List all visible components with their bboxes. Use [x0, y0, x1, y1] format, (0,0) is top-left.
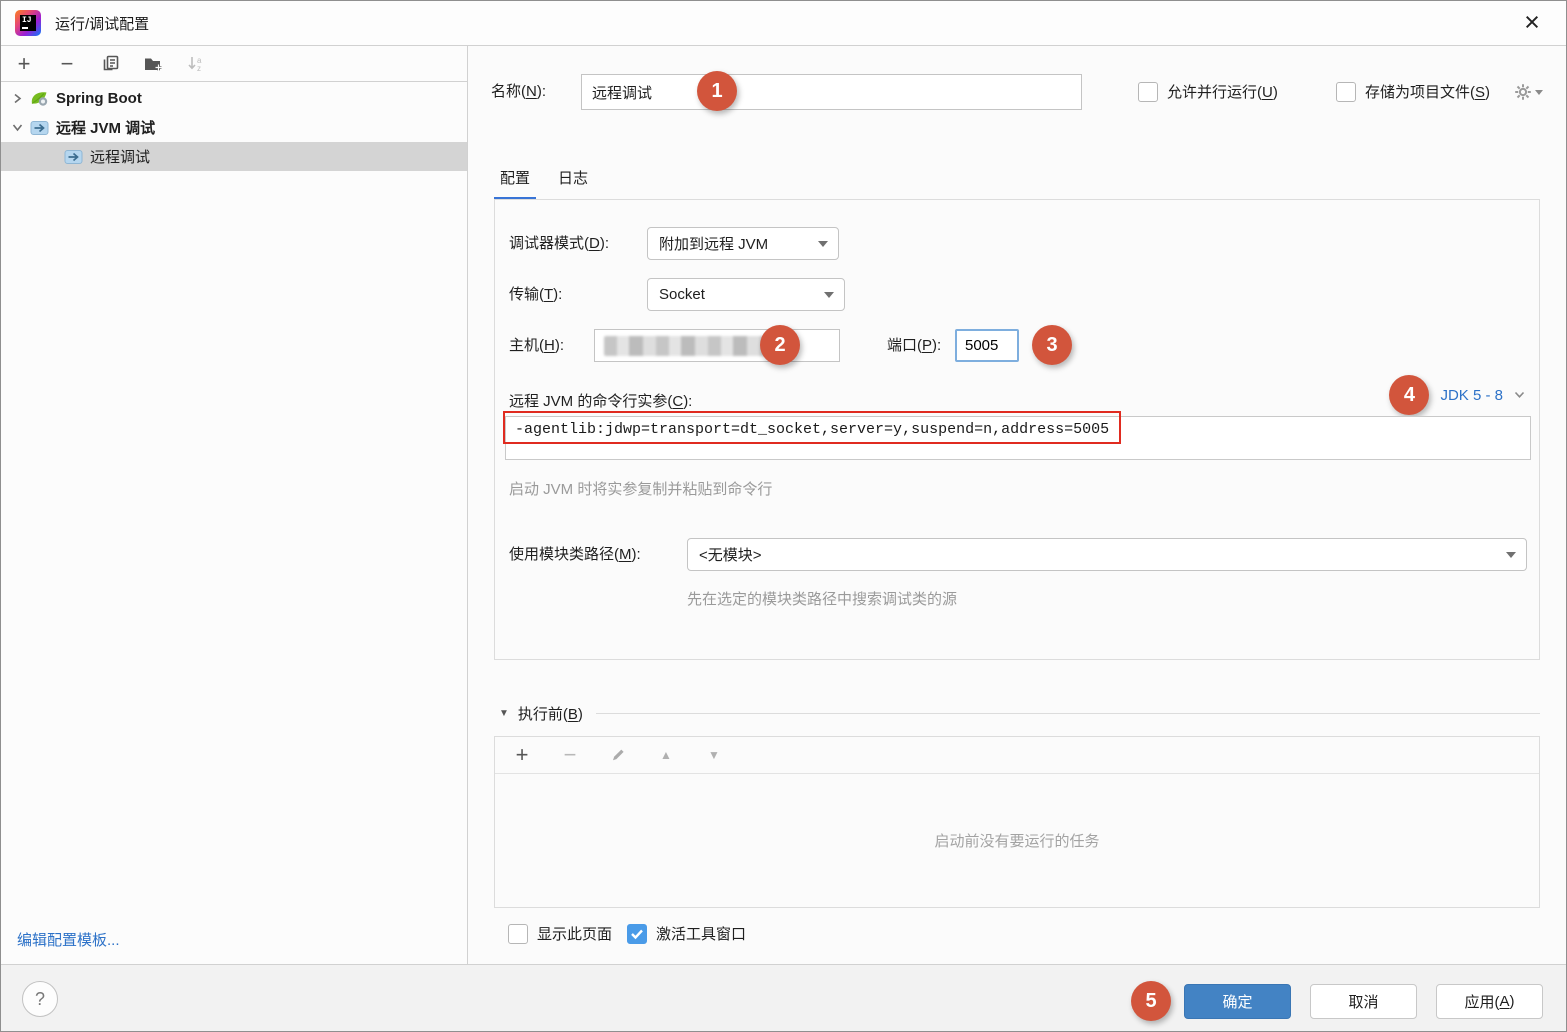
tree-item-remote-jvm-debug[interactable]: 远程 JVM 调试 [1, 113, 467, 142]
chevron-down-icon [12, 122, 23, 133]
before-launch-empty-text: 启动前没有要运行的任务 [495, 774, 1539, 907]
tree-item-remote-debug-selected[interactable]: 远程调试 [1, 142, 467, 171]
checkbox-unchecked[interactable] [508, 924, 528, 944]
checkbox-unchecked[interactable] [1336, 82, 1356, 102]
expander-icon[interactable]: ▼ [499, 708, 509, 719]
before-launch-title: 执行前(B) [518, 703, 583, 724]
chevron-right-icon [12, 93, 23, 104]
allow-parallel-run-label: 允许并行运行(U) [1167, 81, 1278, 102]
store-options-gear-icon[interactable] [1514, 83, 1543, 101]
cancel-button[interactable]: 取消 [1310, 984, 1417, 1019]
dropdown-arrow-icon [824, 292, 834, 298]
transport-select[interactable]: Socket [647, 278, 845, 311]
port-label: 端口(P): [887, 329, 941, 362]
annotation-badge-1: 1 [697, 71, 737, 111]
allow-parallel-run-checkbox[interactable]: 允许并行运行(U) [1138, 81, 1278, 102]
help-button[interactable]: ? [22, 981, 58, 1017]
activate-tool-window-label: 激活工具窗口 [656, 923, 746, 944]
move-up-icon[interactable]: ▲ [655, 744, 677, 766]
tab-configuration[interactable]: 配置 [494, 160, 536, 200]
module-classpath-value: <无模块> [699, 544, 762, 565]
before-launch-section[interactable]: ▼ 执行前(B) [499, 703, 1540, 724]
before-launch-toolbar: + − ▲ ▼ [495, 737, 1539, 774]
add-task-button[interactable]: + [511, 744, 533, 766]
spring-boot-icon [30, 90, 49, 107]
svg-text:z: z [197, 64, 201, 72]
copy-configuration-icon[interactable] [99, 53, 121, 75]
show-this-page-checkbox[interactable]: 显示此页面 [508, 923, 612, 944]
name-input[interactable] [581, 74, 1082, 110]
checkbox-unchecked[interactable] [1138, 82, 1158, 102]
configuration-editor: 名称(N): 1 允许并行运行(U) 存储为项目文件(S) 配置 日志 调试 [468, 46, 1567, 964]
configuration-tab-panel: 调试器模式(D): 附加到远程 JVM 传输(T): Socket 主机(H):… [494, 199, 1540, 660]
remote-debug-icon [30, 120, 49, 136]
annotation-badge-5: 5 [1131, 981, 1171, 1021]
edit-configuration-templates-link[interactable]: 编辑配置模板... [17, 929, 120, 950]
checkbox-checked[interactable] [627, 924, 647, 944]
annotation-badge-3: 3 [1032, 325, 1072, 365]
sort-configurations-icon[interactable]: a z [185, 53, 207, 75]
debugger-mode-value: 附加到远程 JVM [659, 233, 768, 254]
jvm-args-hint: 启动 JVM 时将实参复制并粘贴到命令行 [509, 478, 772, 499]
jvm-args-label: 远程 JVM 的命令行实参(C): [509, 390, 692, 411]
configurations-tree: Spring Boot 远程 JVM 调试 远程调试 [1, 82, 467, 171]
module-classpath-hint: 先在选定的模块类路径中搜索调试类的源 [687, 588, 957, 609]
store-as-project-file-label: 存储为项目文件(S) [1365, 81, 1490, 102]
before-launch-panel: + − ▲ ▼ 启动前没有要运行的任务 [494, 736, 1540, 908]
tree-item-label: 远程调试 [90, 146, 150, 167]
remove-task-button[interactable]: − [559, 744, 581, 766]
intellij-logo-icon: IJ [15, 10, 41, 36]
remote-debug-icon [64, 149, 83, 165]
dialog-title: 运行/调试配置 [55, 13, 149, 34]
host-input[interactable] [594, 329, 840, 362]
module-classpath-label: 使用模块类路径(M): [509, 538, 641, 571]
debugger-mode-select[interactable]: 附加到远程 JVM [647, 227, 839, 260]
tree-item-label: 远程 JVM 调试 [56, 117, 155, 138]
jdk-version-link[interactable]: JDK 5 - 8 [1440, 387, 1503, 404]
move-down-icon[interactable]: ▼ [703, 744, 725, 766]
chevron-down-icon [1514, 391, 1525, 399]
module-classpath-select[interactable]: <无模块> [687, 538, 1527, 571]
name-label: 名称(N): [491, 74, 546, 110]
tab-logs[interactable]: 日志 [552, 160, 594, 200]
host-label: 主机(H): [509, 329, 564, 362]
store-as-project-file-checkbox[interactable]: 存储为项目文件(S) [1336, 81, 1490, 102]
footer-buttons: 5 确定 取消 应用(A) [1131, 981, 1543, 1021]
port-input[interactable] [955, 329, 1019, 362]
tree-item-spring-boot[interactable]: Spring Boot [1, 84, 467, 113]
dropdown-arrow-icon [818, 241, 828, 247]
apply-button[interactable]: 应用(A) [1436, 984, 1543, 1019]
page-options-row: 显示此页面 激活工具窗口 [508, 923, 746, 944]
checkmark-icon [630, 928, 644, 940]
sidebar-toolbar: + − a z [1, 46, 467, 82]
add-configuration-button[interactable]: + [13, 53, 35, 75]
edit-task-icon[interactable] [607, 744, 629, 766]
host-value-redacted [604, 336, 782, 356]
annotation-badge-2: 2 [760, 325, 800, 365]
remove-configuration-button[interactable]: − [56, 53, 78, 75]
ok-button[interactable]: 确定 [1184, 984, 1291, 1019]
chevron-down-icon [1535, 90, 1543, 95]
dropdown-arrow-icon [1506, 552, 1516, 558]
jvm-args-textarea[interactable]: -agentlib:jdwp=transport=dt_socket,serve… [505, 416, 1531, 460]
new-folder-icon[interactable] [142, 53, 164, 75]
section-divider [596, 713, 1540, 714]
title-bar: IJ 运行/调试配置 × [1, 1, 1566, 46]
tab-bar: 配置 日志 [494, 160, 594, 200]
dialog-footer: ? 5 确定 取消 应用(A) [1, 964, 1566, 1032]
transport-label: 传输(T): [509, 278, 562, 311]
debugger-mode-label: 调试器模式(D): [509, 227, 609, 260]
tree-item-label: Spring Boot [56, 90, 142, 107]
annotation-badge-4: 4 [1389, 375, 1429, 415]
jvm-args-value: -agentlib:jdwp=transport=dt_socket,serve… [506, 417, 1530, 438]
jdk-version-row: 4 JDK 5 - 8 [1389, 375, 1525, 415]
run-debug-configurations-dialog: IJ 运行/调试配置 × + − [0, 0, 1567, 1032]
show-this-page-label: 显示此页面 [537, 923, 612, 944]
transport-value: Socket [659, 286, 705, 303]
configurations-sidebar: + − a z [1, 46, 468, 964]
activate-tool-window-checkbox[interactable]: 激活工具窗口 [627, 923, 746, 944]
close-icon[interactable]: × [1514, 5, 1550, 41]
